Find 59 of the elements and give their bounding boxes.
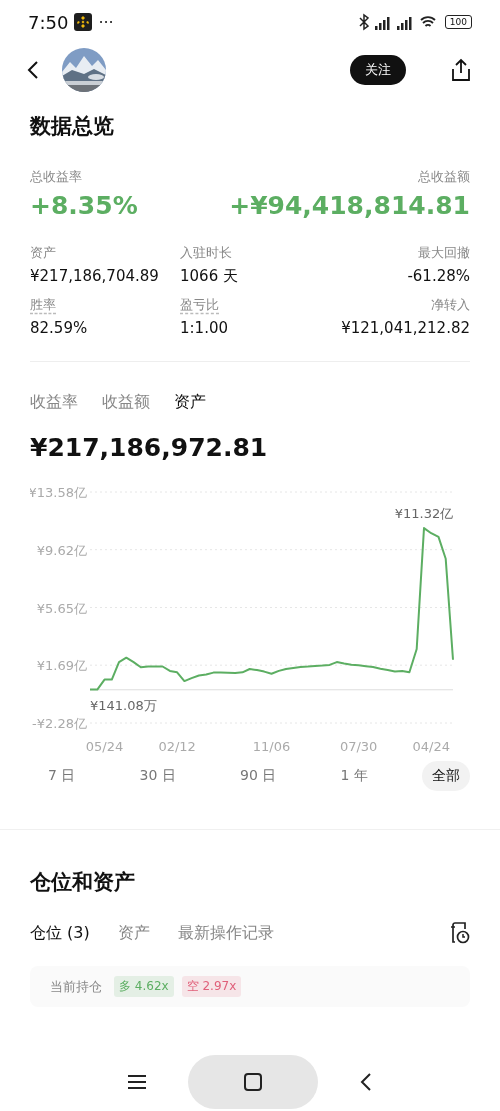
more-indicator: ··· [98, 12, 114, 32]
axis-label: 05/24 [85, 739, 124, 754]
section-title: 仓位和资产 [30, 869, 136, 896]
leverage-tag: 多 4.62x [114, 976, 174, 997]
signal-icon [374, 14, 391, 30]
stat-label: 入驻时长 [180, 244, 233, 262]
stat-label: 盈亏比 [180, 296, 220, 314]
share-icon[interactable] [450, 58, 472, 82]
battery-icon: 100 [444, 15, 472, 29]
stat-label: 胜率 [30, 296, 57, 314]
back-icon[interactable] [26, 60, 40, 80]
range-tab[interactable]: 全部 [422, 761, 470, 791]
chart-tab[interactable]: 收益率 [30, 392, 78, 413]
stat-value: 82.59% [30, 319, 89, 337]
axis-label: ¥9.62亿 [36, 542, 87, 558]
chart-value: ¥217,186,972.81 [30, 433, 269, 462]
signal-icon [396, 14, 413, 30]
app-icon [74, 13, 93, 31]
axis-label: 02/12 [158, 739, 196, 754]
follow-button[interactable]: 关注 [350, 55, 406, 85]
holding-label: 当前持仓 [50, 977, 102, 996]
stat-value: +¥94,418,814.81 [229, 191, 470, 220]
chart-tab[interactable]: 收益额 [102, 392, 150, 413]
position-tab[interactable]: 资产 [117, 922, 150, 944]
status-time: 7:50 [28, 11, 69, 33]
range-tab[interactable]: 1 年 [330, 761, 378, 791]
stat-value: 1066 天 [180, 267, 239, 286]
axis-label: 07/30 [339, 739, 378, 754]
stat-value: +8.35% [30, 191, 138, 220]
range-tab[interactable]: 90 日 [230, 761, 287, 791]
stat-label: 资产 [30, 244, 57, 262]
range-tab[interactable]: 7 日 [38, 761, 86, 791]
axis-label: 11/06 [252, 739, 291, 754]
axis-label: ¥5.65亿 [36, 600, 87, 616]
stat-label: 总收益率 [30, 168, 83, 186]
bluetooth-icon [358, 13, 369, 31]
axis-label: -¥2.28亿 [32, 716, 87, 731]
stat-label: 总收益额 [418, 168, 470, 186]
leverage-tag: 空 2.97x [181, 976, 242, 997]
stat-value: -61.28% [407, 267, 470, 285]
chart-tab[interactable]: 资产 [174, 392, 206, 413]
section-title: 数据总览 [30, 113, 115, 140]
value-label: ¥141.08万 [90, 697, 157, 713]
stat-value: 1:1.00 [180, 319, 229, 337]
wifi-icon [418, 15, 437, 29]
home-icon [244, 1073, 262, 1091]
range-tab[interactable]: 30 日 [129, 761, 186, 791]
stat-label: 最大回撤 [418, 244, 470, 262]
stat-value: ¥121,041,212.82 [341, 319, 470, 337]
stat-value: ¥217,186,704.89 [30, 267, 160, 285]
back-icon[interactable] [360, 1073, 372, 1091]
position-tab[interactable]: 仓位 (3) [30, 922, 90, 944]
stat-label: 净转入 [431, 296, 470, 314]
history-icon[interactable] [450, 922, 470, 944]
axis-label: 04/24 [412, 739, 450, 754]
menu-icon[interactable] [128, 1074, 146, 1090]
value-label: ¥11.32亿 [394, 506, 454, 522]
position-tab[interactable]: 最新操作记录 [177, 922, 274, 944]
axis-label: ¥1.69亿 [36, 658, 87, 674]
